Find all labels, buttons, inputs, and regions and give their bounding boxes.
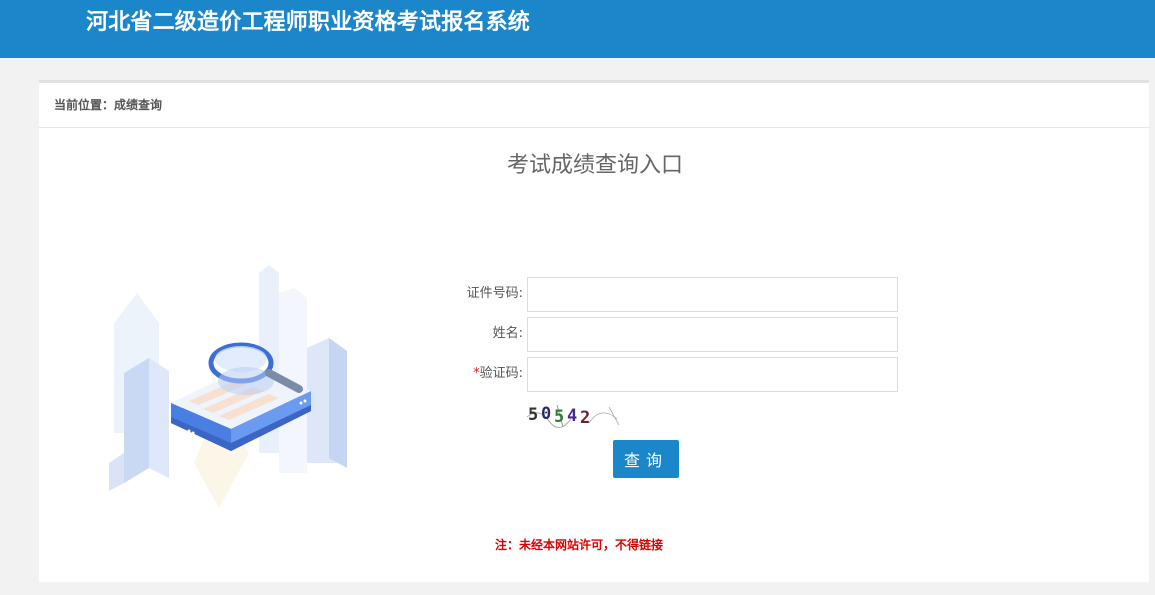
breadcrumb: 当前位置：成绩查询 — [39, 83, 1149, 128]
site-title: 河北省二级造价工程师职业资格考试报名系统 — [86, 10, 531, 35]
captcha-label: 验证码: — [479, 366, 523, 381]
captcha-input[interactable] — [527, 357, 898, 392]
captcha-row: *验证码: — [419, 357, 899, 392]
name-label: 姓名: — [492, 326, 523, 341]
main-panel: 当前位置：成绩查询 考试成绩查询入口 证件号码: 姓名: *验证码: 5 0 5… — [39, 80, 1149, 582]
name-input[interactable] — [527, 317, 898, 352]
site-header: 河北省二级造价工程师职业资格考试报名系统 — [0, 0, 1155, 58]
captcha-label-wrap: *验证码: — [473, 357, 523, 391]
id-number-input[interactable] — [527, 277, 898, 312]
search-illustration-icon — [109, 265, 347, 508]
link-notice: 注：未经本网站许可，不得链接 — [494, 538, 663, 552]
id-number-label: 证件号码: — [466, 286, 523, 301]
id-number-row: 证件号码: — [419, 277, 899, 312]
captcha-code: 50542 — [528, 404, 590, 428]
name-row: 姓名: — [419, 317, 899, 352]
query-button[interactable]: 查询 — [613, 440, 679, 478]
page-title: 考试成绩查询入口 — [506, 153, 683, 178]
captcha-image[interactable]: 50542 — [527, 399, 627, 431]
